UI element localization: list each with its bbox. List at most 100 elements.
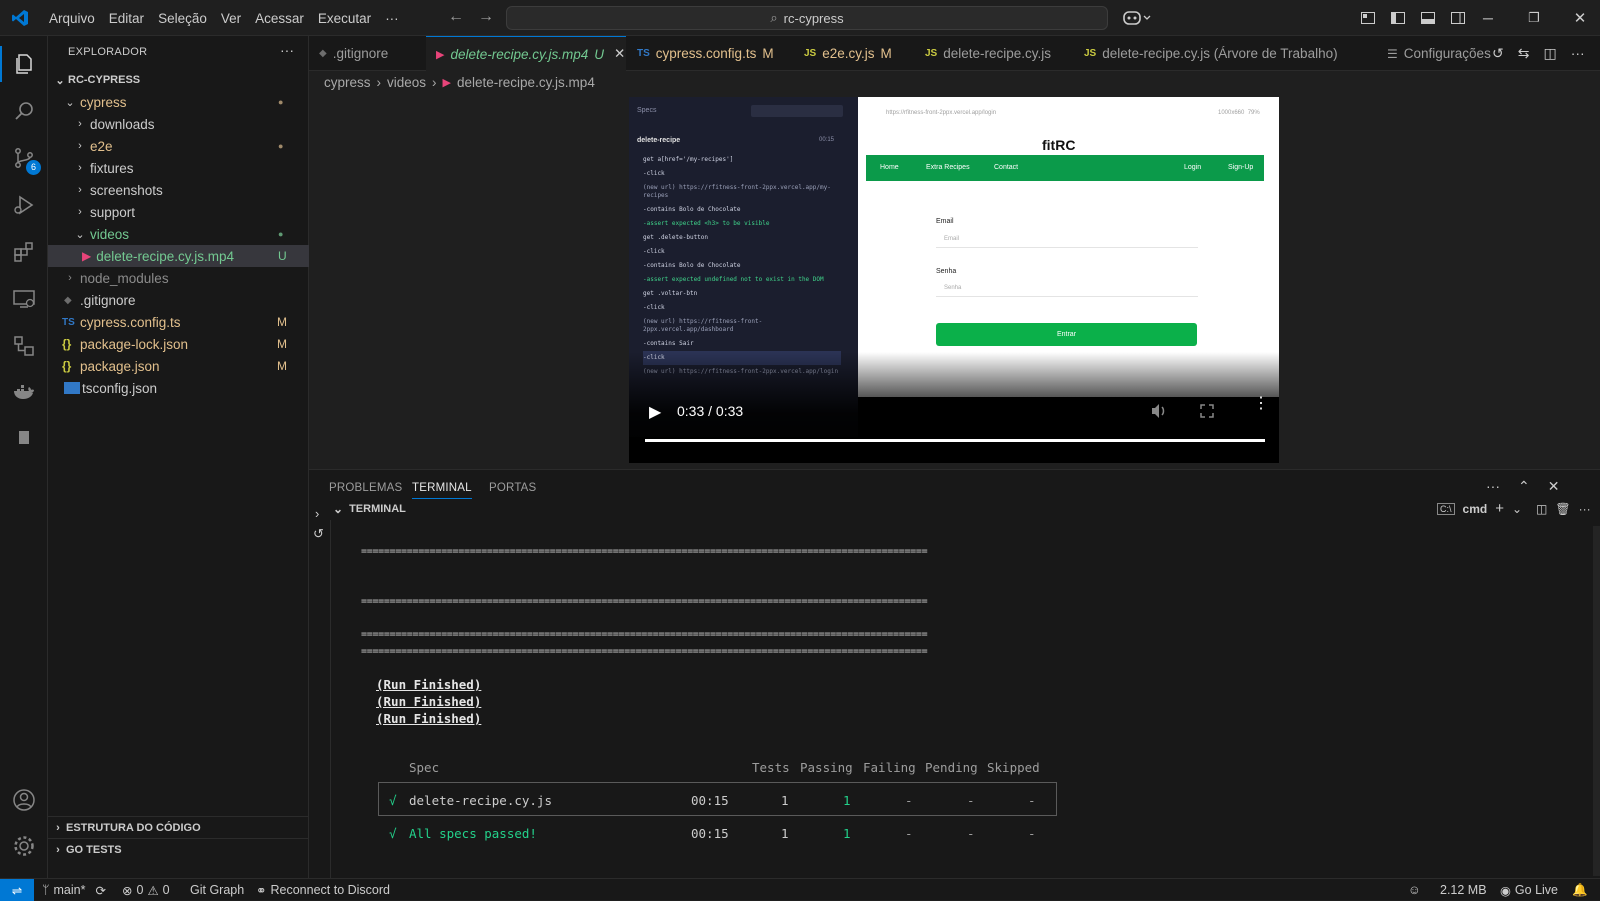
discord-status[interactable]: ⚭ Reconnect to Discord xyxy=(256,879,390,901)
tree-file-package-json[interactable]: {} package.json M xyxy=(48,355,309,377)
remote-explorer-icon[interactable] xyxy=(12,287,36,311)
settings-gear-icon[interactable] xyxy=(12,834,36,858)
fullscreen-icon[interactable] xyxy=(1199,403,1215,419)
video-more-icon[interactable]: ⋮ xyxy=(1253,396,1269,412)
editor-tab-bar: ◆ .gitignore ▶ delete-recipe.cy.js.mp4 U… xyxy=(309,36,1600,71)
tree-file-video-selected[interactable]: ▶ delete-recipe.cy.js.mp4 U xyxy=(48,245,309,267)
customize-layout-icon[interactable] xyxy=(1360,10,1376,26)
close-window-icon[interactable]: ✕ xyxy=(1557,9,1600,27)
tree-folder-fixtures[interactable]: › fixtures xyxy=(48,157,309,179)
breadcrumb-item[interactable]: delete-recipe.cy.js.mp4 xyxy=(457,75,595,90)
play-icon[interactable]: ▶ xyxy=(649,402,661,422)
split-terminal-icon[interactable]: ◫ xyxy=(1536,502,1547,516)
menu-more[interactable]: ··· xyxy=(378,11,406,26)
tab-delete-recipe-worktree[interactable]: JS delete-recipe.cy.js (Árvore de Trabal… xyxy=(1074,36,1348,71)
terminal-more-icon[interactable]: ··· xyxy=(1579,502,1591,516)
split-editor-icon[interactable]: ◫ xyxy=(1543,45,1556,62)
video-player[interactable]: Specs delete-recipe 00:15 get a[href='/m… xyxy=(629,97,1279,463)
command-center-search[interactable]: ⌕ rc-cypress xyxy=(506,6,1108,30)
remote-indicator-icon[interactable]: ⇌ xyxy=(0,879,34,901)
menu-acessar[interactable]: Acessar xyxy=(248,11,311,26)
close-panel-icon[interactable]: ✕ xyxy=(1548,478,1560,495)
tree-file-tsconfig[interactable]: tsconfig.json xyxy=(48,377,309,399)
minimize-icon[interactable]: ─ xyxy=(1465,10,1511,26)
section-outline[interactable]: › ESTRUTURA DO CÓDIGO xyxy=(48,816,309,838)
toggle-secondary-sidebar-icon[interactable] xyxy=(1450,10,1466,26)
breadcrumb-item[interactable]: videos xyxy=(387,75,426,90)
terminal-content[interactable]: ========================================… xyxy=(330,520,1600,879)
workspace-root[interactable]: ⌄ RC-CYPRESS xyxy=(48,69,309,91)
source-graph-icon[interactable] xyxy=(12,334,36,358)
tab-terminal[interactable]: TERMINAL xyxy=(412,482,472,499)
tab-cypress-config[interactable]: TS cypress.config.ts M xyxy=(627,36,784,71)
accounts-icon[interactable] xyxy=(12,788,36,812)
tree-folder-screenshots[interactable]: › screenshots xyxy=(48,179,309,201)
menu-executar[interactable]: Executar xyxy=(311,11,378,26)
menu-selecao[interactable]: Seleção xyxy=(151,11,214,26)
run-debug-icon[interactable] xyxy=(12,193,36,217)
timeline-icon[interactable]: ↺ xyxy=(1492,45,1504,62)
notifications-bell-icon[interactable]: 🔔 xyxy=(1572,879,1588,901)
gitignore-file-icon: ◆ xyxy=(64,294,72,306)
tab-problemas[interactable]: PROBLEMAS xyxy=(329,482,402,494)
section-go-tests[interactable]: › GO TESTS xyxy=(48,838,309,860)
separator-line: ========================================… xyxy=(361,646,928,657)
tab-delete-recipe[interactable]: JS delete-recipe.cy.js xyxy=(915,36,1061,71)
new-terminal-icon[interactable]: + xyxy=(1495,500,1504,517)
chevron-down-icon[interactable]: ⌄ xyxy=(1512,502,1522,516)
maximize-panel-icon[interactable]: ⌃ xyxy=(1518,478,1530,495)
branch-indicator[interactable]: ᛘ main* ⟳ xyxy=(42,879,106,901)
terminal-scrollbar[interactable] xyxy=(1593,526,1600,876)
source-control-icon[interactable]: 6 xyxy=(12,146,41,175)
tree-folder-e2e[interactable]: › e2e ● xyxy=(48,135,309,157)
panel-more-icon[interactable]: ··· xyxy=(1486,478,1500,495)
tab-video-active[interactable]: ▶ delete-recipe.cy.js.mp4 U ✕ xyxy=(426,36,626,71)
docker-icon[interactable] xyxy=(12,381,36,405)
extensions-icon[interactable] xyxy=(12,240,36,264)
shell-name[interactable]: cmd xyxy=(1463,502,1488,516)
tab-gitignore[interactable]: ◆ .gitignore xyxy=(309,36,398,71)
go-live-button[interactable]: ◉ Go Live xyxy=(1500,879,1558,901)
close-tab-icon[interactable]: ✕ xyxy=(614,46,625,62)
chevron-down-icon[interactable]: ⌄ xyxy=(333,502,343,516)
forward-arrow-icon[interactable]: → xyxy=(478,8,494,26)
explorer-icon[interactable] xyxy=(12,52,36,76)
toggle-panel-icon[interactable] xyxy=(1420,10,1436,26)
tree-folder-support[interactable]: › support xyxy=(48,201,309,223)
copilot-status-icon[interactable]: ☺ xyxy=(1408,879,1421,901)
more-actions-icon[interactable]: ··· xyxy=(1571,45,1585,62)
breadcrumb-item[interactable]: cypress xyxy=(324,75,371,90)
tree-folder-videos[interactable]: ⌄ videos ● xyxy=(48,223,309,245)
volume-icon[interactable] xyxy=(1150,403,1168,419)
tree-file-gitignore[interactable]: ◆ .gitignore xyxy=(48,289,309,311)
command-log-entry: -contains Bolo de Chocolate xyxy=(643,206,741,213)
tree-file-cypress-config[interactable]: TS cypress.config.ts M xyxy=(48,311,309,333)
explorer-more-icon[interactable]: ··· xyxy=(280,42,294,58)
history-icon[interactable]: ↺ xyxy=(313,526,324,542)
tree-folder-downloads[interactable]: › downloads xyxy=(48,113,309,135)
compare-changes-icon[interactable]: ⇆ xyxy=(1518,45,1530,62)
command-log-entry: -assert expected <h3> to be visible xyxy=(643,220,770,227)
tab-e2e[interactable]: JS e2e.cy.js M xyxy=(794,36,902,71)
menu-arquivo[interactable]: Arquivo xyxy=(42,11,102,26)
copilot-icon[interactable] xyxy=(1122,8,1156,28)
search-label: rc-cypress xyxy=(783,10,844,26)
back-arrow-icon[interactable]: ← xyxy=(448,8,464,26)
menu-editar[interactable]: Editar xyxy=(102,11,151,26)
tree-file-package-lock[interactable]: {} package-lock.json M xyxy=(48,333,309,355)
chevron-right-icon[interactable]: › xyxy=(315,506,319,521)
tab-portas[interactable]: PORTAS xyxy=(489,482,536,494)
problems-indicator[interactable]: ⊗ 0 ⚠ 0 xyxy=(122,879,170,901)
kill-terminal-icon[interactable]: 🗑 xyxy=(1555,502,1570,516)
tree-folder-cypress[interactable]: ⌄ cypress ● xyxy=(48,91,309,113)
tree-folder-node-modules[interactable]: › node_modules xyxy=(48,267,309,289)
video-progress-bar[interactable] xyxy=(645,439,1265,442)
git-graph-button[interactable]: Git Graph xyxy=(190,879,244,901)
restore-icon[interactable]: ❐ xyxy=(1511,10,1557,26)
menu-ver[interactable]: Ver xyxy=(214,11,248,26)
tab-settings[interactable]: ☰ Configurações xyxy=(1377,36,1501,71)
bookmark-icon[interactable] xyxy=(12,426,36,450)
reporter-stats-bar xyxy=(751,105,843,117)
search-view-icon[interactable] xyxy=(12,99,36,123)
toggle-sidebar-icon[interactable] xyxy=(1390,10,1406,26)
